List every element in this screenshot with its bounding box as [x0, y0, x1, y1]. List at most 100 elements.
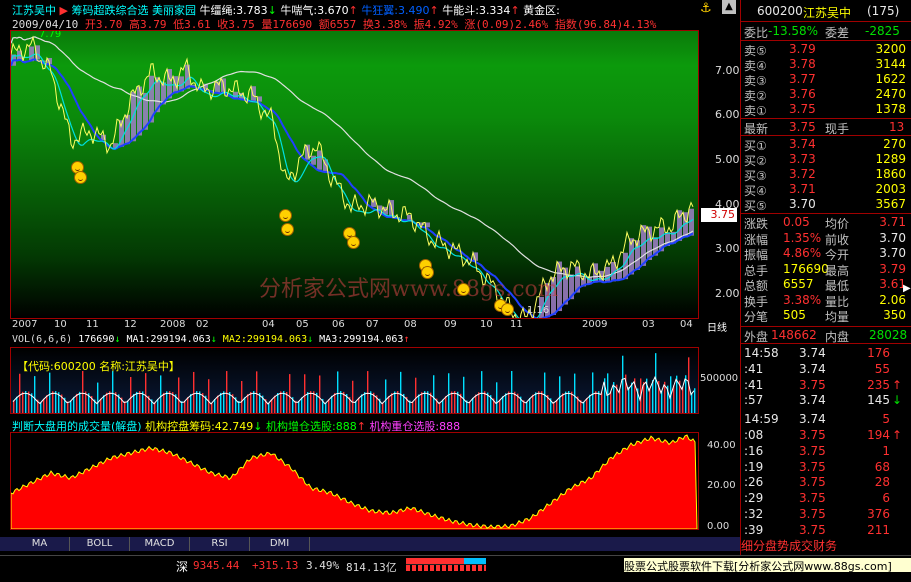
- tick-price: 3.75: [799, 522, 826, 537]
- stat-value: 3.71: [879, 215, 906, 229]
- smiley-signal-icon: [501, 303, 514, 316]
- ask-row: 卖① 3.75 1378: [744, 102, 906, 118]
- stat-row: 涨跌 0.05 均价 3.71: [744, 215, 906, 231]
- stat-row: 换手 3.38% 量比 2.06: [744, 292, 906, 309]
- tick-row: 14:59 3.74 5: [744, 412, 890, 427]
- vol-title: VOL(6,6,6): [12, 334, 73, 345]
- time-axis: 2007 10 11 12 2008 02 04 05 06 07 08 09 …: [10, 319, 739, 334]
- main-kline-chart[interactable]: 分析家公式网www.88gs.com 7.79 1.16: [10, 30, 699, 319]
- stat-value: 3.70: [879, 246, 906, 260]
- time-tick: 09: [444, 319, 457, 330]
- tick-price: 3.75: [799, 507, 826, 521]
- bid-row: 买③ 3.72 1860: [744, 167, 906, 183]
- smiley-signal-icon: [457, 283, 470, 296]
- tick-volume: 1: [882, 443, 890, 458]
- anchor-icon[interactable]: ⚓: [700, 1, 712, 16]
- low-price-label: 1.16: [527, 305, 550, 316]
- bid-volume: 3567: [875, 197, 906, 211]
- vol-ma3: MA3:299194.063: [319, 334, 404, 345]
- stat-value: 3.79: [879, 261, 906, 276]
- time-tick: 11: [86, 319, 99, 330]
- tick-volume: 145: [867, 393, 890, 408]
- time-tick: 06: [332, 319, 345, 330]
- stat-value: 6557: [783, 277, 814, 291]
- tab-boll[interactable]: BOLL: [70, 537, 130, 551]
- volume-chart[interactable]: 【代码:600200 名称:江苏吴中】: [10, 347, 699, 414]
- tick-price: 3.75: [799, 491, 826, 506]
- tick-volume: 176: [867, 346, 890, 360]
- weibi-row: 委比 -13.58% 委差 -2825: [744, 24, 900, 40]
- latest-price: 3.75: [789, 120, 816, 134]
- bid-volume: 270: [883, 137, 906, 151]
- bid-row: 买⑤ 3.70 3567: [744, 197, 906, 213]
- tick-price: 3.75: [799, 377, 826, 392]
- tick-volume: 211: [867, 522, 890, 537]
- vol-ma1: MA1:299194.063: [126, 334, 211, 345]
- tick-row: :57 3.74 145 ↓: [744, 393, 902, 408]
- bid-price: 3.74: [789, 137, 816, 151]
- stat-value: 4.86%: [783, 246, 822, 260]
- top-price-label: 7.79: [39, 30, 62, 40]
- tab-rsi[interactable]: RSI: [190, 537, 250, 551]
- ad-text[interactable]: 股票公式股票软件下载[分析家公式网www.88gs.com]: [624, 558, 911, 572]
- market-label: 深: [176, 560, 189, 574]
- stat-row: 总手 176690 最高 3.79: [744, 261, 906, 278]
- tick-price: 3.74: [799, 361, 826, 376]
- vol-header: VOL(6,6,6) 176690↓ MA1:299194.063↓ MA2:2…: [12, 334, 410, 345]
- ask-volume: 2470: [875, 87, 906, 101]
- tick-row: :41 3.75 235 ↑: [744, 377, 902, 392]
- ask-row: 卖② 3.76 2470: [744, 87, 906, 103]
- indicator-axis-label: 40.00: [707, 440, 736, 451]
- time-tick: 04: [262, 319, 275, 330]
- tick-volume: 194: [867, 428, 890, 442]
- ask-volume: 3200: [875, 42, 906, 56]
- ask-row: 卖④ 3.78 3144: [744, 57, 906, 73]
- indicator-axis-label: 0.00: [707, 521, 730, 532]
- panel-footer-tabs[interactable]: 细分盘势成交财务: [741, 537, 837, 554]
- stat-value: 505: [783, 308, 806, 322]
- tab-ma[interactable]: MA: [10, 537, 70, 551]
- vol-info-text: 【代码:600200 名称:江苏吴中】: [17, 360, 180, 373]
- ask-price: 3.76: [789, 87, 816, 101]
- stat-row: 振幅 4.86% 今开 3.70: [744, 246, 906, 262]
- ask-volume: 3144: [875, 57, 906, 71]
- panel-rank: (175): [867, 4, 900, 18]
- stat-value: 176690: [783, 261, 829, 276]
- smiley-signal-icon: [347, 236, 360, 249]
- panel-code: 600200: [757, 4, 803, 18]
- period-label[interactable]: 日线: [707, 319, 727, 334]
- price-tick: 3.00: [715, 242, 740, 255]
- indicator-chart[interactable]: [10, 432, 699, 530]
- tick-row: :32 3.75 376: [744, 507, 890, 521]
- tick-row: :41 3.74 55: [744, 361, 890, 376]
- time-tick: 05: [296, 319, 309, 330]
- bid-row: 买① 3.74 270: [744, 137, 906, 153]
- tab-dmi[interactable]: DMI: [250, 537, 310, 551]
- stat-value: 3.61: [879, 277, 906, 291]
- tab-macd[interactable]: MACD: [130, 537, 190, 551]
- ask-row: 卖③ 3.77 1622: [744, 72, 906, 88]
- stat-value: 3.38%: [783, 292, 822, 307]
- ask-volume: 1378: [875, 102, 906, 116]
- vol-value: 176690: [78, 334, 115, 345]
- index-value: 9345.44: [193, 559, 240, 572]
- smiley-signal-icon: [281, 223, 294, 236]
- time-tick: 2008: [160, 319, 186, 330]
- tick-volume: 5: [882, 412, 890, 427]
- tick-row: :16 3.75 1: [744, 443, 890, 458]
- tick-price: 3.75: [799, 443, 826, 458]
- time-tick: 08: [404, 319, 417, 330]
- tick-volume: 55: [874, 361, 890, 376]
- indicator-axis-label: 20.00: [707, 480, 736, 491]
- stat-value: 1.35%: [783, 230, 822, 245]
- up-arrow-button[interactable]: ▲: [722, 0, 736, 14]
- time-tick: 11: [510, 319, 523, 330]
- outer-value: 148662: [771, 328, 817, 342]
- weibi-value: -13.58%: [768, 24, 819, 38]
- tick-price: 3.74: [799, 346, 826, 360]
- time-tick: 10: [480, 319, 493, 330]
- price-tick: 2.00: [715, 287, 740, 300]
- indicator-tab-bar: MA BOLL MACD RSI DMI: [0, 537, 740, 551]
- bid-price: 3.71: [789, 182, 816, 196]
- scroll-right-icon[interactable]: ▶: [903, 283, 911, 294]
